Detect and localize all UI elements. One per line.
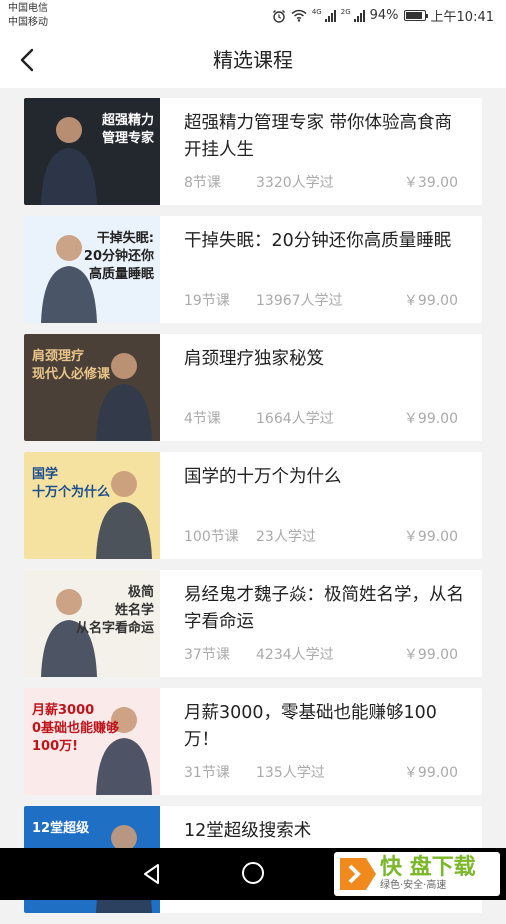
learner-count: 23人学过 [256,529,316,545]
lesson-count: 37节课 [184,647,230,663]
lesson-count: 31节课 [184,765,230,781]
course-card[interactable]: 国学十万个为什么 国学的十万个为什么 100节课 23人学过 ￥99.00 [24,452,482,559]
course-thumbnail: 肩颈理疗现代人必修课 [24,334,160,441]
lesson-count: 8节课 [184,175,221,191]
course-thumbnail: 月薪3000 0基础也能赚够 100万! [24,688,160,795]
course-thumbnail: 国学 十万个为什么 [24,452,160,559]
lesson-count: 100节课 [184,529,239,545]
course-price: ￥99.00 [403,765,458,781]
course-meta: 31节课 135人学过 ￥99.00 [184,762,458,782]
course-price: ￥99.00 [403,647,458,663]
status-bar: 中国电信 中国移动 4G 2G 94% 上午10:41 [0,0,506,32]
carrier-labels: 中国电信 中国移动 [8,2,48,30]
system-nav-bar: 快 盘下载 绿色·安全·高速 [0,848,506,900]
page-title: 精选课程 [213,48,293,72]
course-title: 月薪3000，零基础也能赚够100万！ [184,703,437,750]
app-header: 精选课程 [0,32,506,88]
course-title: 肩颈理疗独家秘笈 [184,349,324,369]
carrier-2: 中国移动 [8,17,48,28]
course-title: 超强精力管理专家 带你体验高食商开挂人生 [184,113,453,160]
watermark-logo: 快 盘下载 绿色·安全·高速 [334,852,500,896]
course-title: 国学的十万个为什么 [184,467,342,487]
thumbnail-caption-line: 月薪3000 [32,703,95,718]
course-title: 易经鬼才魏子焱：极简姓名学，从名字看命运 [184,585,464,632]
thumbnail-caption: 极简姓名学从名字看命运 [24,584,160,638]
learner-count: 3320人学过 [256,175,334,191]
course-price: ￥99.00 [403,293,458,309]
thumbnail-caption-line: 从名字看命运 [75,621,154,636]
nav-back-icon[interactable] [140,862,164,886]
status-icons: 4G 2G 94% 上午10:41 [272,6,494,25]
thumbnail-caption-line: 国学 [32,467,59,482]
course-title: 12堂超级搜索术 [184,821,312,841]
course-card[interactable]: 超强精力 管理专家 超强精力管理专家 带你体验高食商开挂人生 8节课 3320人学过 ￥3… [24,98,482,205]
course-price: ￥99.00 [403,411,458,427]
course-card[interactable]: 干掉失眠: 20分钟还你 高质量睡眠 干掉失眠：20分钟还你高质量睡眠 19节课 1396… [24,216,482,323]
course-meta: 100节课 23人学过 ￥99.00 [184,526,458,546]
course-info: 国学的十万个为什么 100节课 23人学过 ￥99.00 [160,452,482,559]
learner-count: 13967人学过 [256,293,343,309]
thumbnail-caption-line: 0基础也能赚够 [32,721,120,736]
thumbnail-caption-line: 高质量睡眠 [88,267,154,282]
lesson-count: 4节课 [184,411,221,427]
thumbnail-caption-line: 极简 [127,585,154,600]
course-card[interactable]: 肩颈理疗现代人必修课 肩颈理疗独家秘笈 4节课 1664人学过 ￥99.00 [24,334,482,441]
thumbnail-caption: 国学 十万个为什么 [24,466,160,502]
course-meta: 4节课 1664人学过 ￥99.00 [184,408,458,428]
thumbnail-caption-line: 12堂超级 [32,821,90,836]
course-price: ￥99.00 [403,529,458,545]
course-meta: 37节课 4234人学过 ￥99.00 [184,644,458,664]
learner-count: 4234人学过 [256,647,334,663]
learner-count: 1664人学过 [256,411,334,427]
course-info: 干掉失眠：20分钟还你高质量睡眠 19节课 13967人学过 ￥99.00 [160,216,482,323]
course-card[interactable]: 极简 姓名学 从名字看命运 易经鬼才魏子焱：极简姓名学，从名字看命运 37节课 4234人… [24,570,482,677]
watermark-subtext: 绿色·安全·高速 [380,880,447,891]
course-thumbnail: 干掉失眠: 20分钟还你 高质量睡眠 [24,216,160,323]
carrier-1: 中国电信 [8,3,48,14]
thumbnail-caption-line: 管理专家 [101,131,154,146]
course-title: 干掉失眠：20分钟还你高质量睡眠 [184,231,452,251]
signal-2-icon [353,9,365,22]
watermark-text: 快 盘下载 [380,855,476,880]
clock: 上午10:41 [430,10,494,25]
thumbnail-caption-line: 100万! [32,739,79,754]
lesson-count: 19节课 [184,293,230,309]
thumbnail-caption-line: 十万个为什么 [32,485,111,500]
course-info: 易经鬼才魏子焱：极简姓名学，从名字看命运 37节课 4234人学过 ￥99.00 [160,570,482,677]
thumbnail-caption-line: 姓名学 [114,603,154,618]
network-type-2: 2G [340,7,351,16]
alarm-icon [272,9,285,23]
thumbnail-caption: 超强精力 管理专家 [24,112,160,148]
network-type-1: 4G [311,7,322,16]
battery-icon [403,10,428,21]
course-thumbnail: 超强精力 管理专家 [24,98,160,205]
course-card[interactable]: 月薪3000 0基础也能赚够 100万! 月薪3000，零基础也能赚够100万！ 31节… [24,688,482,795]
course-info: 超强精力管理专家 带你体验高食商开挂人生 8节课 3320人学过 ￥39.00 [160,98,482,205]
thumbnail-caption: 12堂超级 [24,820,160,838]
nav-home-icon[interactable] [242,862,264,884]
signal-1-icon [324,9,336,22]
battery-percent: 94% [369,8,399,23]
wifi-icon [291,9,307,22]
course-thumbnail: 极简姓名学从名字看命运 [24,570,160,677]
course-price: ￥39.00 [403,175,458,191]
thumbnail-caption-line: 肩颈理疗 [32,349,85,364]
course-info: 肩颈理疗独家秘笈 4节课 1664人学过 ￥99.00 [160,334,482,441]
thumbnail-caption: 肩颈理疗现代人必修课 [24,348,160,384]
course-meta: 19节课 13967人学过 ￥99.00 [184,290,458,310]
course-list: 超强精力 管理专家 超强精力管理专家 带你体验高食商开挂人生 8节课 3320人学过 ￥3… [24,98,482,924]
thumbnail-caption: 月薪3000 0基础也能赚够 100万! [24,702,160,756]
course-meta: 8节课 3320人学过 ￥39.00 [184,172,458,192]
thumbnail-caption-line: 20分钟还你 [83,249,154,264]
course-info: 月薪3000，零基础也能赚够100万！ 31节课 135人学过 ￥99.00 [160,688,482,795]
thumbnail-caption: 干掉失眠: 20分钟还你 高质量睡眠 [24,230,160,284]
learner-count: 135人学过 [256,765,325,781]
thumbnail-caption-line: 现代人必修课 [32,367,111,382]
download-logo-icon [340,858,376,890]
thumbnail-caption-line: 干掉失眠: [96,231,154,246]
thumbnail-caption-line: 超强精力 [101,113,154,128]
